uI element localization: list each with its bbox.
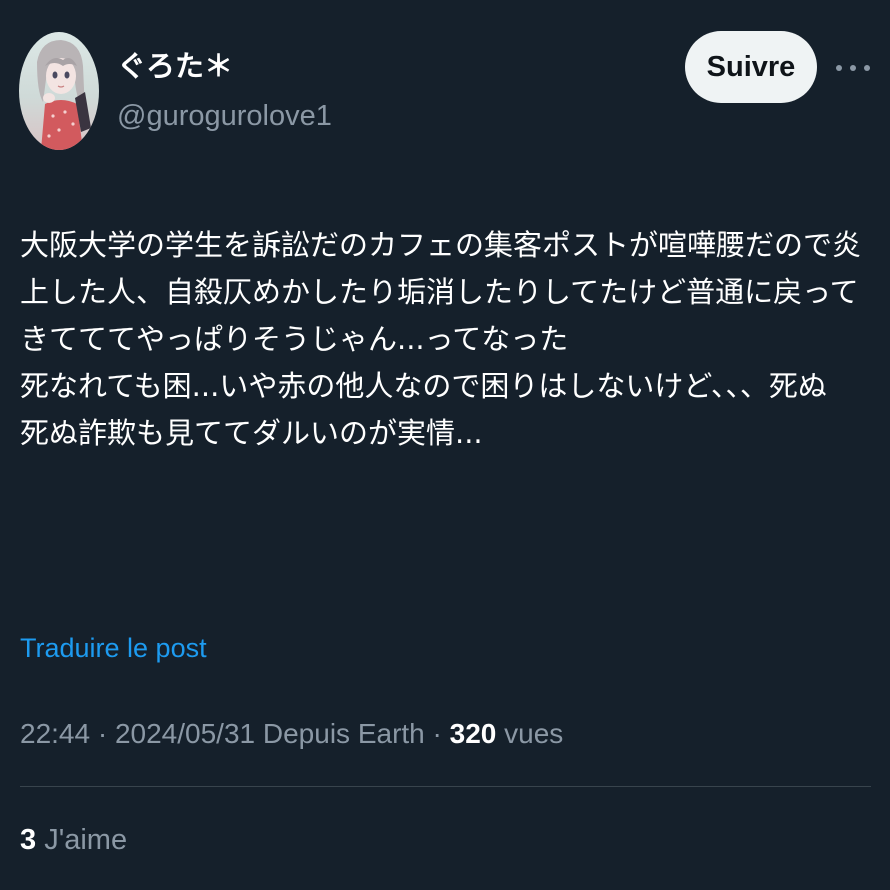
more-dot [836, 65, 842, 71]
tweet-date[interactable]: 2024/05/31 [115, 718, 255, 749]
meta-separator: · [97, 718, 108, 749]
tweet-text-line: 上した人、自殺仄めかしたり垢消したりしてたけど普通に戻って [20, 275, 859, 309]
follow-button[interactable]: Suivre [685, 31, 817, 103]
views-count: 320 [449, 718, 497, 749]
avatar[interactable] [19, 32, 99, 150]
meta-separator: · [432, 718, 442, 749]
display-name[interactable]: ぐろた＊ [117, 46, 233, 86]
likes-link[interactable]: 3 J'aime [20, 821, 127, 859]
tweet-text-line: 大阪大学の学生を訴訟だのカフェの集客ポストが喧嘩腰だので炎 [20, 228, 862, 262]
tweet-text-line: 死ぬ詐欺も見ててダルいのが実情... [20, 416, 483, 450]
more-options-icon[interactable] [836, 56, 870, 80]
tweet-text-line: 死なれても困...いや赤の他人なので困りはしないけど、、、死ぬ [20, 369, 827, 403]
tweet-text-line: きてててやっぱりそうじゃん...ってなった [20, 322, 569, 356]
tweet-text: 大阪大学の学生を訴訟だのカフェの集客ポストが喧嘩腰だので炎 上した人、自殺仄めか… [20, 222, 870, 456]
likes-count: 3 [20, 824, 37, 856]
tweet-meta: 22:44 · 2024/05/31 Depuis Earth · 320 vu… [20, 715, 563, 753]
profile-avatar-illustration-icon [37, 40, 91, 150]
views-label: vues [504, 718, 564, 749]
tweet-source: Depuis Earth [262, 718, 425, 749]
more-dot [850, 65, 856, 71]
translate-post-link[interactable]: Traduire le post [20, 630, 207, 666]
more-dot [864, 65, 870, 71]
divider [20, 786, 871, 787]
likes-label: J'aime [44, 824, 128, 856]
tweet-time[interactable]: 22:44 [20, 718, 90, 749]
user-handle[interactable]: @gurogurolove1 [117, 98, 332, 134]
